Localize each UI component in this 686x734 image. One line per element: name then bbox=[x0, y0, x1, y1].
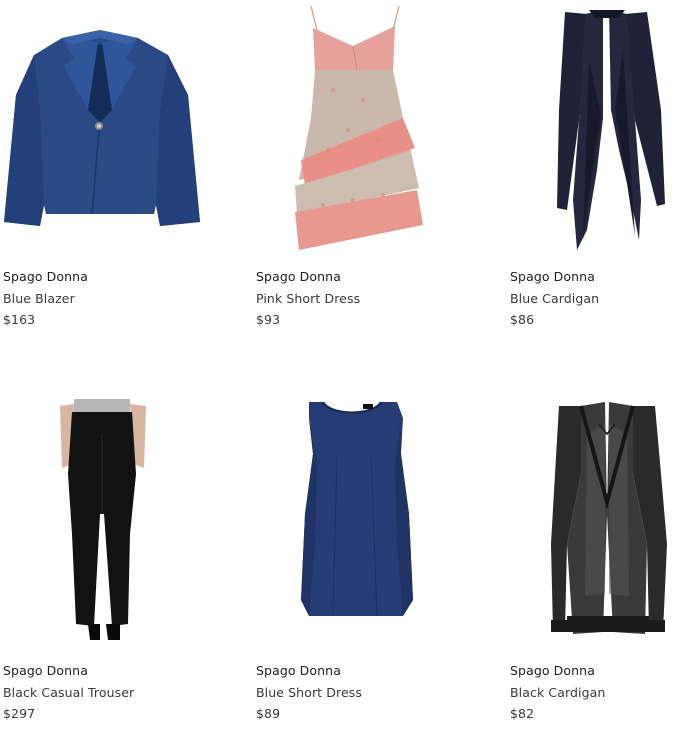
product-image-black-cardigan[interactable] bbox=[507, 394, 686, 652]
product-brand[interactable]: Spago Donna bbox=[256, 663, 341, 679]
product-price: $82 bbox=[510, 706, 535, 721]
product-price: $163 bbox=[3, 312, 36, 327]
product-grid: Spago Donna Blue Blazer $163 Spago Donna… bbox=[0, 0, 686, 726]
product-name[interactable]: Black Cardigan bbox=[510, 685, 605, 701]
product-brand[interactable]: Spago Donna bbox=[3, 663, 88, 679]
product-image-blue-blazer[interactable] bbox=[0, 0, 220, 258]
product-image-pink-short-dress[interactable] bbox=[253, 0, 473, 258]
product-card[interactable]: Spago Donna Black Cardigan $82 bbox=[507, 394, 686, 734]
product-brand[interactable]: Spago Donna bbox=[256, 269, 341, 285]
product-brand[interactable]: Spago Donna bbox=[510, 269, 595, 285]
product-image-black-casual-trouser[interactable] bbox=[0, 394, 220, 652]
product-price: $93 bbox=[256, 312, 281, 327]
product-name[interactable]: Blue Blazer bbox=[3, 291, 75, 307]
product-card[interactable]: Spago Donna Blue Blazer $163 bbox=[0, 0, 220, 340]
product-name[interactable]: Pink Short Dress bbox=[256, 291, 360, 307]
product-image-blue-cardigan[interactable] bbox=[507, 0, 686, 258]
product-card[interactable]: Spago Donna Pink Short Dress $93 bbox=[253, 0, 473, 340]
product-name[interactable]: Blue Cardigan bbox=[510, 291, 599, 307]
product-name[interactable]: Blue Short Dress bbox=[256, 685, 362, 701]
product-card[interactable]: Spago Donna Blue Short Dress $89 bbox=[253, 394, 473, 734]
product-brand[interactable]: Spago Donna bbox=[510, 663, 595, 679]
product-name[interactable]: Black Casual Trouser bbox=[3, 685, 134, 701]
product-card[interactable]: Spago Donna Black Casual Trouser $297 bbox=[0, 394, 220, 734]
product-price: $89 bbox=[256, 706, 281, 721]
product-price: $86 bbox=[510, 312, 535, 327]
product-card[interactable]: Spago Donna Blue Cardigan $86 bbox=[507, 0, 686, 340]
product-brand[interactable]: Spago Donna bbox=[3, 269, 88, 285]
product-price: $297 bbox=[3, 706, 36, 721]
product-image-blue-short-dress[interactable] bbox=[253, 394, 473, 652]
